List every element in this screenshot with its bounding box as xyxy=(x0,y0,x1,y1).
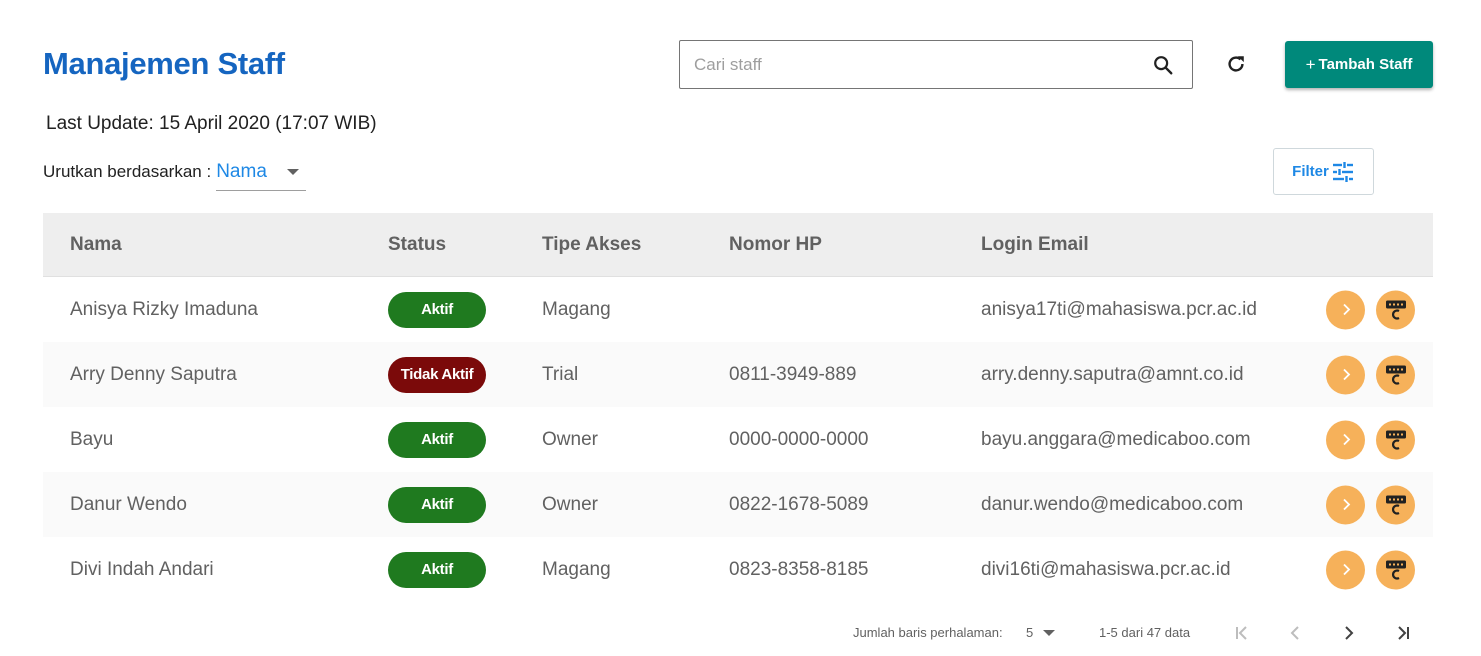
cell-nama: Divi Indah Andari xyxy=(70,558,214,580)
id-card-icon xyxy=(1385,430,1406,450)
cell-login-email: anisya17ti@mahasiswa.pcr.ac.id xyxy=(981,298,1257,320)
search-input[interactable] xyxy=(680,41,1152,88)
chevron-down-icon xyxy=(1043,629,1056,636)
cell-tipe-akses: Magang xyxy=(542,298,611,320)
chevron-right-icon xyxy=(1342,433,1350,446)
search-box xyxy=(679,40,1193,89)
cell-login-email: divi16ti@mahasiswa.pcr.ac.id xyxy=(981,558,1231,580)
column-header-login-email[interactable]: Login Email xyxy=(981,234,1089,256)
row-card-button[interactable] xyxy=(1376,550,1415,589)
cell-nomor-hp: 0823-8358-8185 xyxy=(729,558,869,580)
sort-select[interactable]: Nama xyxy=(216,158,307,191)
first-page-button[interactable] xyxy=(1231,622,1253,644)
filter-label: Filter xyxy=(1292,163,1329,180)
add-staff-label: Tambah Staff xyxy=(1318,56,1413,73)
sliders-icon xyxy=(1332,161,1353,182)
last-page-button[interactable] xyxy=(1392,622,1414,644)
chevron-right-icon xyxy=(1342,303,1350,316)
add-staff-button[interactable]: + Tambah Staff xyxy=(1285,41,1433,88)
chevron-right-icon xyxy=(1342,368,1350,381)
row-card-button[interactable] xyxy=(1376,420,1415,459)
cell-login-email: bayu.anggara@medicaboo.com xyxy=(981,428,1251,450)
table-row[interactable]: Danur Wendo Aktif Owner 0822-1678-5089 d… xyxy=(43,472,1433,537)
cell-nomor-hp: 0822-1678-5089 xyxy=(729,493,869,515)
cell-nomor-hp: 0000-0000-0000 xyxy=(729,428,869,450)
cell-nama: Danur Wendo xyxy=(70,493,187,515)
rows-per-page-select[interactable]: 5 xyxy=(1026,625,1056,640)
status-badge: Aktif xyxy=(388,291,486,328)
row-detail-button[interactable] xyxy=(1326,550,1365,589)
cell-nama: Anisya Rizky Imaduna xyxy=(70,298,258,320)
refresh-icon xyxy=(1228,56,1244,72)
column-header-nama[interactable]: Nama xyxy=(70,234,122,256)
cell-tipe-akses: Magang xyxy=(542,558,611,580)
id-card-icon xyxy=(1385,560,1406,580)
sort-value: Nama xyxy=(216,161,267,182)
rows-per-page-value: 5 xyxy=(1026,625,1034,640)
status-badge: Aktif xyxy=(388,551,486,588)
refresh-button[interactable] xyxy=(1222,50,1250,78)
column-header-nomor-hp[interactable]: Nomor HP xyxy=(729,234,822,256)
row-card-button[interactable] xyxy=(1376,355,1415,394)
row-detail-button[interactable] xyxy=(1326,290,1365,329)
filter-button[interactable]: Filter xyxy=(1273,148,1374,195)
table-row[interactable]: Anisya Rizky Imaduna Aktif Magang anisya… xyxy=(43,277,1433,342)
chevron-right-icon xyxy=(1345,626,1354,640)
plus-icon: + xyxy=(1305,54,1316,74)
column-header-tipe-akses[interactable]: Tipe Akses xyxy=(542,234,641,256)
table-row[interactable]: Bayu Aktif Owner 0000-0000-0000 bayu.ang… xyxy=(43,407,1433,472)
cell-login-email: danur.wendo@medicaboo.com xyxy=(981,493,1244,515)
first-page-icon xyxy=(1236,626,1247,640)
column-header-status[interactable]: Status xyxy=(388,234,446,256)
chevron-left-icon xyxy=(1290,626,1299,640)
cell-nama: Arry Denny Saputra xyxy=(70,363,237,385)
row-detail-button[interactable] xyxy=(1326,485,1365,524)
cell-tipe-akses: Owner xyxy=(542,428,598,450)
status-badge: Aktif xyxy=(388,486,486,523)
prev-page-button[interactable] xyxy=(1284,622,1306,644)
page-range-text: 1-5 dari 47 data xyxy=(1099,625,1191,640)
cell-login-email: arry.denny.saputra@amnt.co.id xyxy=(981,363,1244,385)
row-card-button[interactable] xyxy=(1376,290,1415,329)
table-header: Nama Status Tipe Akses Nomor HP Login Em… xyxy=(43,213,1433,277)
cell-tipe-akses: Trial xyxy=(542,363,579,385)
page-title: Manajemen Staff xyxy=(43,46,285,81)
chevron-right-icon xyxy=(1342,563,1350,576)
status-badge: Aktif xyxy=(388,421,486,458)
last-page-icon xyxy=(1398,626,1409,640)
status-badge: Tidak Aktif xyxy=(388,356,486,393)
row-detail-button[interactable] xyxy=(1326,355,1365,394)
id-card-icon xyxy=(1385,365,1406,385)
search-icon[interactable] xyxy=(1152,54,1174,76)
id-card-icon xyxy=(1385,300,1406,320)
id-card-icon xyxy=(1385,495,1406,515)
table-row[interactable]: Divi Indah Andari Aktif Magang 0823-8358… xyxy=(43,537,1433,602)
next-page-button[interactable] xyxy=(1338,622,1360,644)
table-row[interactable]: Arry Denny Saputra Tidak Aktif Trial 081… xyxy=(43,342,1433,407)
cell-nomor-hp: 0811-3949-889 xyxy=(729,363,857,385)
pagination: Jumlah baris perhalaman: 5 1-5 dari 47 d… xyxy=(0,622,1481,644)
rows-per-page-label: Jumlah baris perhalaman: xyxy=(853,625,1003,640)
cell-tipe-akses: Owner xyxy=(542,493,598,515)
row-detail-button[interactable] xyxy=(1326,420,1365,459)
sort-label: Urutkan berdasarkan : xyxy=(43,162,212,181)
sort-control: Urutkan berdasarkan : Nama xyxy=(43,158,307,191)
chevron-down-icon xyxy=(287,169,300,175)
chevron-right-icon xyxy=(1342,498,1350,511)
row-card-button[interactable] xyxy=(1376,485,1415,524)
cell-nama: Bayu xyxy=(70,428,114,450)
staff-table: Nama Status Tipe Akses Nomor HP Login Em… xyxy=(43,213,1433,602)
last-update-text: Last Update: 15 April 2020 (17:07 WIB) xyxy=(46,113,377,134)
